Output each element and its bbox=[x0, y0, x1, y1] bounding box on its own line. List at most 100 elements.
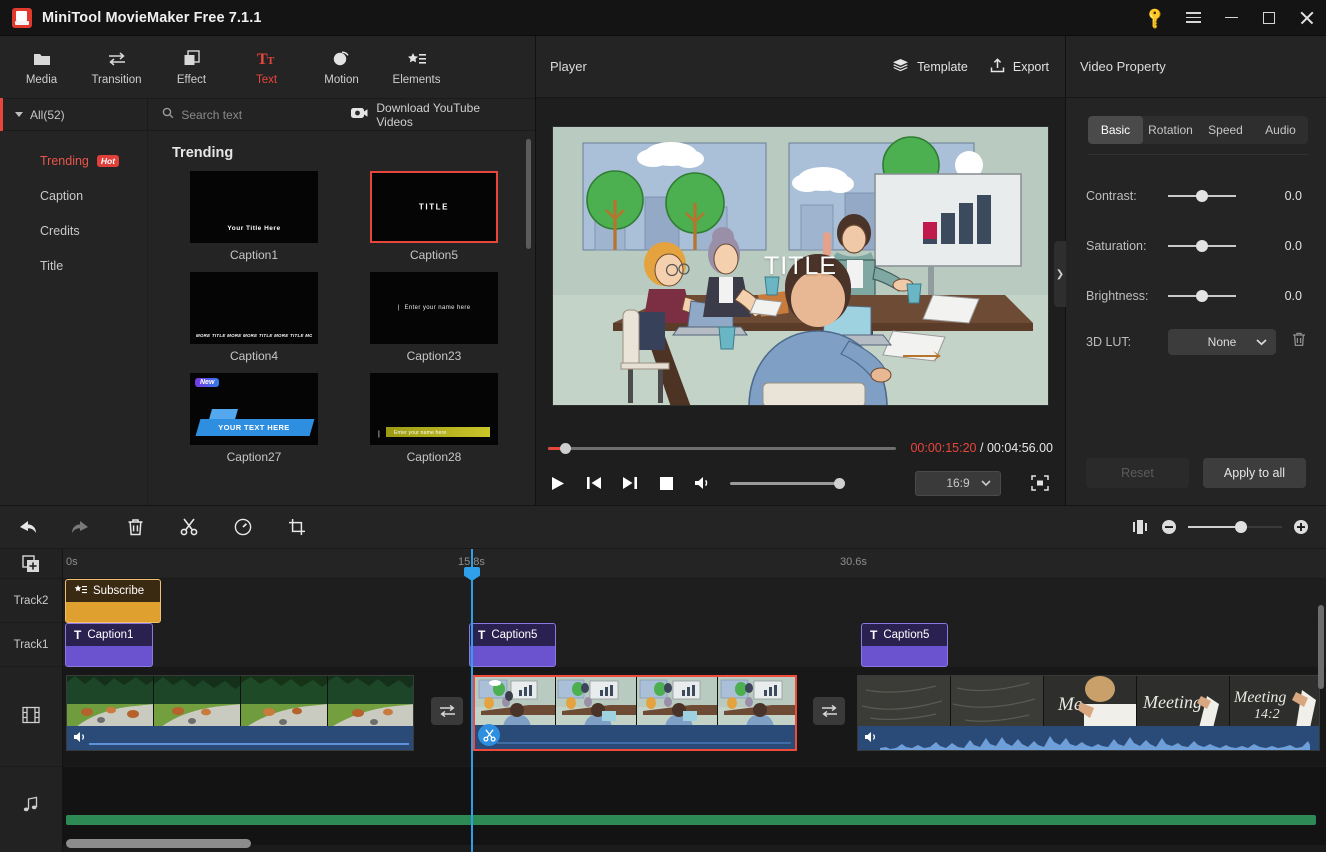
category-title[interactable]: Title bbox=[0, 248, 147, 283]
maximize-icon[interactable] bbox=[1250, 0, 1288, 36]
track-row-track2[interactable]: Subscribe bbox=[63, 579, 1326, 623]
minimize-icon[interactable] bbox=[1212, 0, 1250, 36]
template-caption27[interactable]: New YOUR TEXT HERE Caption27 bbox=[172, 373, 336, 466]
menu-icon[interactable] bbox=[1174, 0, 1212, 36]
slider-handle[interactable] bbox=[1196, 190, 1208, 202]
delete-icon[interactable] bbox=[108, 505, 162, 549]
tab-text[interactable]: TT Text bbox=[229, 38, 304, 96]
tab-audio[interactable]: Audio bbox=[1253, 116, 1308, 144]
next-frame-icon[interactable] bbox=[620, 473, 640, 493]
apply-to-all-button[interactable]: Apply to all bbox=[1203, 458, 1306, 488]
category-filter-dropdown[interactable]: All(52) bbox=[0, 98, 147, 131]
download-youtube-button[interactable]: Download YouTube Videos bbox=[351, 101, 535, 129]
clip-caption5-a[interactable]: T Caption5 bbox=[469, 623, 556, 667]
svg-text:14:2: 14:2 bbox=[1254, 707, 1280, 722]
transition-button-1[interactable] bbox=[431, 697, 463, 725]
slider-handle[interactable] bbox=[1196, 290, 1208, 302]
video-preview[interactable]: TITLE bbox=[552, 125, 1049, 406]
zoom-handle[interactable] bbox=[1234, 521, 1247, 533]
track-header-audio[interactable] bbox=[0, 767, 62, 845]
transition-button-2[interactable] bbox=[813, 697, 845, 725]
clip-caption5-b[interactable]: T Caption5 bbox=[861, 623, 948, 667]
contrast-slider[interactable] bbox=[1168, 190, 1236, 202]
crop-icon[interactable] bbox=[270, 505, 324, 549]
track-row-audio[interactable] bbox=[63, 767, 1326, 845]
aspect-ratio-select[interactable]: 16:9 bbox=[915, 470, 1001, 496]
timeline-canvas[interactable]: 0s 15.8s 30.6s Subscribe bbox=[63, 549, 1326, 852]
timeline-vertical-scrollbar[interactable] bbox=[1318, 605, 1324, 689]
tab-media[interactable]: Media bbox=[4, 38, 79, 96]
saturation-slider[interactable] bbox=[1168, 240, 1236, 252]
clip-subscribe[interactable]: Subscribe bbox=[65, 579, 161, 623]
volume-icon[interactable] bbox=[692, 473, 712, 493]
category-caption-label: Caption bbox=[40, 188, 84, 203]
volume-icon[interactable] bbox=[73, 730, 87, 748]
split-scissors-icon[interactable] bbox=[162, 505, 216, 549]
volume-slider[interactable] bbox=[730, 477, 845, 489]
seek-slider[interactable] bbox=[548, 442, 897, 454]
template-button[interactable]: Template bbox=[892, 58, 968, 76]
timeline-ruler[interactable]: 0s 15.8s 30.6s bbox=[63, 549, 1326, 579]
track-header-track1[interactable]: Track1 bbox=[0, 623, 62, 667]
volume-handle[interactable] bbox=[834, 477, 845, 489]
track-row-video[interactable]: Me Meeting Meeting 14:2 bbox=[63, 667, 1326, 767]
zoom-slider[interactable] bbox=[1188, 521, 1282, 533]
playhead[interactable] bbox=[464, 549, 480, 852]
tab-motion[interactable]: Motion bbox=[304, 38, 379, 96]
tab-motion-label: Motion bbox=[324, 73, 359, 86]
speed-gauge-icon[interactable] bbox=[216, 505, 270, 549]
template-caption23[interactable]: Enter your name here Caption23 bbox=[352, 272, 516, 365]
timeline-horizontal-scrollbar[interactable] bbox=[66, 839, 251, 848]
template-caption1[interactable]: Your Title Here Caption1 bbox=[172, 171, 336, 264]
track-header-video[interactable] bbox=[0, 667, 62, 767]
lut-select[interactable]: None bbox=[1168, 329, 1276, 355]
play-icon[interactable] bbox=[548, 473, 568, 493]
category-caption[interactable]: Caption bbox=[0, 178, 147, 213]
fullscreen-icon[interactable] bbox=[1027, 471, 1053, 495]
stop-icon[interactable] bbox=[656, 473, 676, 493]
add-track-button[interactable] bbox=[0, 549, 62, 579]
clip-caption1[interactable]: T Caption1 bbox=[65, 623, 153, 667]
property-body: Basic Rotation Speed Audio Contrast: 0.0… bbox=[1066, 98, 1326, 441]
template-caption4[interactable]: MORE TITLE MORE MORE TITLE MORE TITLE MO… bbox=[172, 272, 336, 365]
previous-frame-icon[interactable] bbox=[584, 473, 604, 493]
tab-elements[interactable]: Elements bbox=[379, 38, 454, 96]
brightness-slider[interactable] bbox=[1168, 290, 1236, 302]
transition-arrows-icon bbox=[107, 49, 127, 69]
library-scrollbar[interactable] bbox=[526, 139, 531, 249]
category-trending[interactable]: Trending Hot bbox=[0, 143, 147, 178]
zoom-in-icon[interactable] bbox=[1292, 518, 1310, 536]
clip-meeting-animation[interactable] bbox=[473, 675, 797, 751]
split-scissors-icon[interactable] bbox=[478, 724, 500, 746]
tab-speed[interactable]: Speed bbox=[1198, 116, 1253, 144]
panel-collapse-toggle[interactable]: ❯ bbox=[1054, 241, 1066, 307]
delete-lut-icon[interactable] bbox=[1292, 332, 1306, 352]
search-input[interactable] bbox=[181, 107, 352, 122]
clip-chalkboard-meeting[interactable]: Me Meeting Meeting 14:2 bbox=[857, 675, 1320, 751]
category-credits[interactable]: Credits bbox=[0, 213, 147, 248]
slider-handle[interactable] bbox=[1196, 240, 1208, 252]
close-icon[interactable] bbox=[1288, 0, 1326, 36]
export-button[interactable]: Export bbox=[990, 57, 1049, 76]
thumbnail bbox=[241, 676, 328, 728]
split-view-icon[interactable] bbox=[1132, 518, 1150, 536]
seek-handle[interactable] bbox=[560, 442, 572, 454]
key-icon[interactable]: 🔑 bbox=[1136, 0, 1174, 36]
redo-icon[interactable] bbox=[54, 505, 108, 549]
tab-effect[interactable]: Effect bbox=[154, 38, 229, 96]
track-header-track2[interactable]: Track2 bbox=[0, 579, 62, 623]
lut-row: 3D LUT: None bbox=[1086, 321, 1310, 363]
zoom-out-icon[interactable] bbox=[1160, 518, 1178, 536]
tab-basic[interactable]: Basic bbox=[1088, 116, 1143, 144]
reset-button[interactable]: Reset bbox=[1086, 458, 1189, 488]
template-caption5[interactable]: TITLE Caption5 bbox=[352, 171, 516, 264]
clip-meadow-cows[interactable] bbox=[66, 675, 414, 751]
clip-background-music[interactable] bbox=[66, 815, 1316, 825]
tab-rotation[interactable]: Rotation bbox=[1143, 116, 1198, 144]
track-row-track1[interactable]: T Caption1 T Caption5 T Caption5 bbox=[63, 623, 1326, 667]
tab-transition[interactable]: Transition bbox=[79, 38, 154, 96]
template-caption28[interactable]: | Enter your name here Caption28 bbox=[352, 373, 516, 466]
undo-icon[interactable] bbox=[0, 505, 54, 549]
thumbnail: Meeting 14:2 bbox=[1230, 676, 1319, 728]
volume-icon[interactable] bbox=[864, 730, 878, 748]
